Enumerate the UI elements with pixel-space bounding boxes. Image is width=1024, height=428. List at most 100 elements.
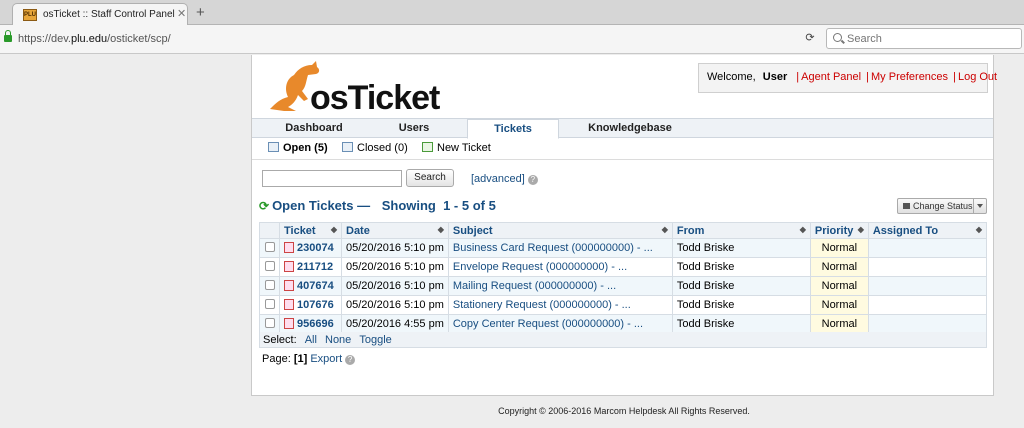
chevron-down-icon[interactable] bbox=[973, 199, 986, 213]
reload-icon[interactable]: ⟳ bbox=[800, 28, 820, 48]
pagination: Page: [1] Export? bbox=[262, 353, 356, 365]
row-checkbox[interactable] bbox=[264, 280, 275, 290]
subject-link[interactable]: Stationery Request (000000000) - ... bbox=[453, 299, 631, 311]
new-ticket-icon bbox=[422, 142, 433, 152]
ticket-cell: 407674 bbox=[279, 276, 342, 296]
ticket-number-link[interactable]: 107676 bbox=[297, 299, 334, 311]
change-status-label: Change Status bbox=[913, 201, 973, 211]
from-cell: Todd Briske bbox=[671, 257, 811, 277]
current-page: [1] bbox=[293, 353, 308, 365]
refresh-icon[interactable]: ⟳ bbox=[259, 199, 269, 213]
column-header-ticket[interactable]: Ticket ◆ bbox=[279, 222, 342, 239]
agent-panel-link[interactable]: Agent Panel bbox=[801, 71, 861, 83]
priority-cell: Normal bbox=[809, 257, 869, 277]
advanced-search-link[interactable]: [advanced] bbox=[471, 173, 525, 185]
from-cell: Todd Briske bbox=[671, 238, 811, 258]
select-all-link[interactable]: All bbox=[305, 334, 317, 346]
search-icon bbox=[833, 33, 842, 42]
select-toggle-link[interactable]: Toggle bbox=[359, 334, 391, 346]
select-label: Select: bbox=[263, 334, 297, 346]
page-label: Page: bbox=[262, 353, 291, 365]
open-tickets-title[interactable]: Open Tickets — bbox=[272, 198, 370, 213]
priority-cell: Normal bbox=[809, 238, 869, 258]
browser-tabbar: PLU osTicket :: Staff Control Panel ✕ + bbox=[0, 0, 1024, 26]
subject-link[interactable]: Envelope Request (000000000) - ... bbox=[453, 261, 627, 273]
footer-copyright: Copyright © 2006-2016 Marcom Helpdesk Al… bbox=[498, 406, 750, 416]
row-checkbox[interactable] bbox=[264, 242, 275, 252]
subject-link[interactable]: Mailing Request (000000000) - ... bbox=[453, 280, 616, 292]
assigned-cell bbox=[867, 238, 988, 258]
row-checkbox[interactable] bbox=[264, 318, 275, 328]
browser-search-box[interactable] bbox=[826, 28, 1022, 49]
ticket-number-link[interactable]: 211712 bbox=[297, 261, 333, 273]
browser-search-input[interactable] bbox=[847, 31, 1017, 46]
sort-icon: ◆ bbox=[975, 224, 982, 234]
ticket-cell: 107676 bbox=[279, 295, 342, 315]
row-select-cell bbox=[259, 238, 280, 258]
column-label: Subject bbox=[452, 224, 493, 237]
from-cell: Todd Briske bbox=[671, 276, 811, 296]
column-header-date[interactable]: Date ◆ bbox=[341, 222, 449, 239]
tab-knowledgebase[interactable]: Knowledgebase bbox=[570, 119, 690, 138]
subnav-new-ticket[interactable]: New Ticket bbox=[422, 142, 491, 154]
row-select-cell bbox=[259, 314, 280, 334]
subject-cell: Stationery Request (000000000) - ... bbox=[447, 295, 673, 315]
row-checkbox[interactable] bbox=[264, 261, 275, 271]
priority-cell: Normal bbox=[809, 276, 869, 296]
tab-tickets[interactable]: Tickets bbox=[467, 119, 559, 139]
column-header-subject[interactable]: Subject ◆ bbox=[447, 222, 673, 239]
from-cell: Todd Briske bbox=[671, 295, 811, 315]
subnav-open[interactable]: Open (5) bbox=[268, 142, 328, 154]
page-container: osTicket Welcome, User | Agent Panel | My … bbox=[251, 55, 997, 396]
assigned-cell bbox=[867, 295, 988, 315]
search-button[interactable]: Search bbox=[406, 169, 454, 187]
subject-link[interactable]: Business Card Request (000000000) - ... bbox=[453, 242, 653, 254]
assigned-cell bbox=[867, 276, 988, 296]
browser-tab[interactable]: PLU osTicket :: Staff Control Panel ✕ bbox=[12, 3, 188, 26]
select-bar: Select: All None Toggle bbox=[259, 332, 987, 348]
export-help-icon[interactable]: ? bbox=[345, 355, 356, 365]
url-field[interactable]: https://dev.plu.edu/osticket/scp/ bbox=[18, 33, 171, 45]
column-label: Assigned To bbox=[872, 224, 939, 237]
subject-cell: Envelope Request (000000000) - ... bbox=[447, 257, 673, 277]
help-icon[interactable]: ? bbox=[527, 175, 538, 185]
column-header-from[interactable]: From ◆ bbox=[671, 222, 811, 239]
ticket-number-link[interactable]: 956696 bbox=[297, 318, 334, 330]
my-preferences-link[interactable]: My Preferences bbox=[871, 71, 948, 83]
subnav-closed[interactable]: Closed (0) bbox=[342, 142, 408, 154]
subject-cell: Copy Center Request (000000000) - ... bbox=[447, 314, 673, 334]
tab-dashboard[interactable]: Dashboard bbox=[252, 119, 376, 138]
tickets-table: Ticket ◆ Date ◆ Subject ◆ From ◆ Priority ◆ A… bbox=[259, 222, 988, 334]
advanced-search: [advanced]? bbox=[471, 173, 538, 185]
ticket-cell: 230074 bbox=[279, 238, 342, 258]
subnav-open-label: Open (5) bbox=[283, 142, 328, 154]
lock-icon bbox=[4, 30, 12, 42]
url-path: /osticket/scp/ bbox=[107, 33, 171, 45]
logout-link[interactable]: Log Out bbox=[958, 71, 997, 83]
logo-text: osTicket bbox=[310, 79, 440, 117]
ticket-number-link[interactable]: 407674 bbox=[297, 280, 334, 292]
date-cell: 05/20/2016 5:10 pm bbox=[341, 257, 449, 277]
url-prefix: https://dev. bbox=[18, 33, 71, 45]
sub-nav: Open (5) Closed (0) New Ticket bbox=[252, 138, 993, 160]
row-checkbox[interactable] bbox=[264, 299, 275, 309]
change-status-button[interactable]: Change Status bbox=[897, 198, 987, 214]
table-header-row: Ticket ◆ Date ◆ Subject ◆ From ◆ Priority ◆ A… bbox=[259, 222, 988, 239]
new-tab-icon[interactable]: + bbox=[196, 4, 205, 21]
ticket-search-input[interactable] bbox=[262, 170, 402, 187]
ticket-icon bbox=[284, 242, 294, 253]
ticket-number-link[interactable]: 230074 bbox=[297, 242, 334, 254]
username: User bbox=[762, 71, 788, 83]
date-cell: 05/20/2016 5:10 pm bbox=[341, 295, 449, 315]
column-header-assigned[interactable]: Assigned To ◆ bbox=[867, 222, 988, 239]
close-tab-icon[interactable]: ✕ bbox=[177, 7, 186, 20]
table-row: 407674 05/20/2016 5:10 pm Mailing Reques… bbox=[259, 276, 988, 296]
subject-link[interactable]: Copy Center Request (000000000) - ... bbox=[453, 318, 643, 330]
export-link[interactable]: Export bbox=[310, 353, 342, 365]
column-header-priority[interactable]: Priority ◆ bbox=[809, 222, 869, 239]
select-none-link[interactable]: None bbox=[325, 334, 351, 346]
from-cell: Todd Briske bbox=[671, 314, 811, 334]
osticket-logo[interactable]: osTicket bbox=[262, 59, 440, 115]
date-cell: 05/20/2016 5:10 pm bbox=[341, 276, 449, 296]
tab-users[interactable]: Users bbox=[376, 119, 452, 138]
